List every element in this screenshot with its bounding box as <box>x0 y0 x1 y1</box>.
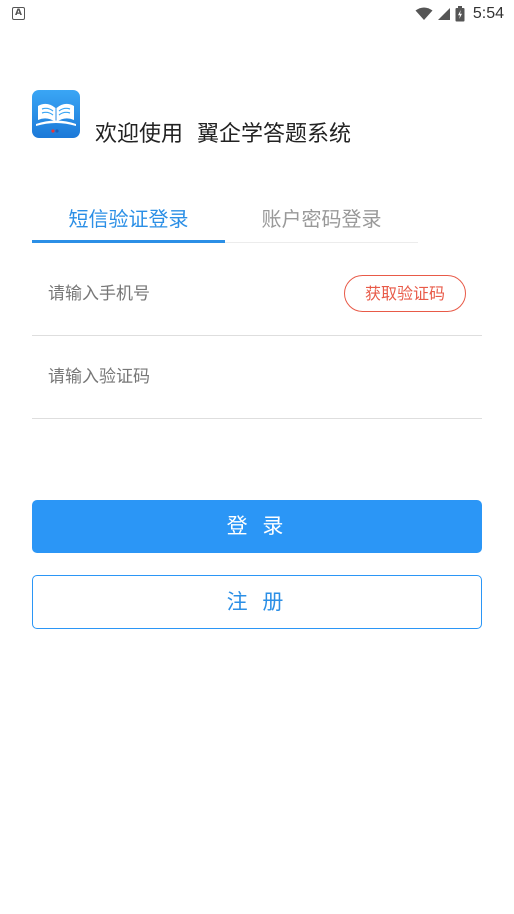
cell-signal-icon <box>437 8 450 20</box>
status-bar: A 5:54 <box>0 0 514 28</box>
get-verification-code-button[interactable]: 获取验证码 <box>344 275 466 312</box>
login-screen: A 5:54 欢迎使用 翼企学答题系统 短信验证登录 账户密码登录 请输入手机号… <box>0 0 514 914</box>
tab-password-login[interactable]: 账户密码登录 <box>225 198 418 240</box>
phone-field-row: 获取验证码 <box>32 252 482 336</box>
welcome-title: 欢迎使用 翼企学答题系统 <box>95 122 351 147</box>
active-tab-indicator <box>32 240 225 243</box>
open-book-app-icon <box>32 90 80 138</box>
phone-input[interactable] <box>48 282 328 306</box>
tab-sms-login[interactable]: 短信验证登录 <box>32 198 225 240</box>
code-field-row <box>32 336 482 419</box>
register-button[interactable]: 注 册 <box>32 575 482 629</box>
status-indicators: 5:54 <box>415 4 504 24</box>
wifi-icon <box>415 7 433 20</box>
status-time: 5:54 <box>472 5 504 22</box>
battery-charging-icon <box>455 6 465 22</box>
notification-a-icon: A <box>12 7 25 20</box>
login-button[interactable]: 登 录 <box>32 500 482 553</box>
verification-code-input[interactable] <box>48 365 448 389</box>
login-method-tabs: 短信验证登录 账户密码登录 <box>32 198 418 243</box>
